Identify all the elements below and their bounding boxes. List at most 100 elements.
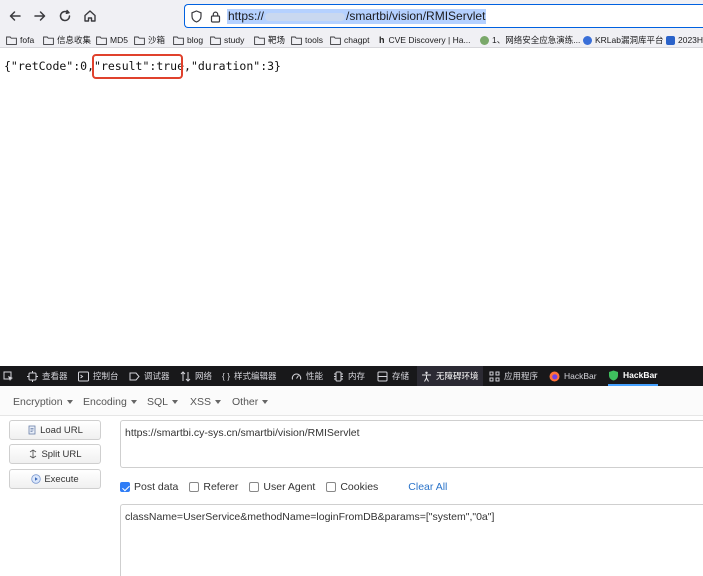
folder-icon: [96, 36, 107, 45]
checkbox-unchecked[interactable]: [249, 482, 260, 492]
json-result: "result":true,: [94, 59, 191, 73]
menu-encryption[interactable]: Encryption: [13, 395, 73, 409]
bookmark-md5[interactable]: MD5: [96, 33, 128, 47]
folder-icon: [173, 36, 184, 45]
tab-label: 控制台: [93, 371, 119, 381]
menu-other[interactable]: Other: [232, 395, 269, 409]
lock-icon[interactable]: [209, 10, 222, 23]
checkbox-checked[interactable]: [120, 482, 130, 492]
bookmark-label: blog: [187, 35, 204, 45]
caret-down-icon: [262, 400, 269, 405]
clear-all-link[interactable]: Clear All: [408, 481, 447, 493]
bookmark-range[interactable]: 靶场: [254, 33, 285, 47]
tab-style-editor[interactable]: { } 样式编辑器: [222, 366, 277, 386]
tab-label: 应用程序: [504, 371, 539, 381]
shield-icon[interactable]: [190, 10, 203, 23]
tab-label: 无障碍环境: [436, 371, 479, 381]
folder-icon: [6, 36, 17, 45]
play-icon: [31, 474, 42, 484]
checkbox-unchecked[interactable]: [326, 482, 337, 492]
bookmark-label: KRLab漏洞库平台: [595, 35, 664, 45]
folder-icon: [43, 36, 54, 45]
execute-button[interactable]: Execute: [9, 469, 101, 489]
bookmark-blog[interactable]: blog: [173, 33, 203, 47]
bookmark-label: tools: [305, 35, 323, 45]
split-url-button[interactable]: Split URL: [9, 444, 101, 464]
bookmark-chagpt[interactable]: chagpt: [330, 33, 370, 47]
menu-label: XSS: [190, 396, 212, 408]
menu-label: SQL: [147, 396, 169, 408]
performance-icon: [291, 373, 302, 380]
menu-encoding[interactable]: Encoding: [83, 395, 137, 409]
bookmark-label: 信息收集: [57, 35, 92, 45]
hackbar-shield-icon: [609, 370, 618, 380]
tab-console[interactable]: 控制台: [78, 366, 119, 386]
tab-memory[interactable]: 内存: [333, 366, 365, 386]
element-picker-icon[interactable]: [3, 366, 17, 386]
tab-hackbar[interactable]: HackBar: [608, 366, 658, 386]
folder-icon: [291, 36, 302, 45]
bookmark-krlab[interactable]: KRLab漏洞库平台: [583, 33, 664, 47]
menu-xss[interactable]: XSS: [190, 395, 222, 409]
post-data-checkbox[interactable]: Post data: [120, 481, 178, 493]
tab-label: 内存: [348, 371, 366, 381]
tab-label: HackBar: [564, 371, 597, 381]
tab-network[interactable]: 网络: [180, 366, 212, 386]
bookmark-sandbox[interactable]: 沙箱: [134, 33, 165, 47]
redacted-host: [265, 12, 346, 21]
bookmark-label: 1、网络安全应急演练...: [492, 35, 581, 45]
bookmark-study[interactable]: study: [210, 33, 244, 47]
bookmark-label: 2023H: [678, 35, 703, 45]
blue-dot-favicon: [583, 35, 592, 45]
style-editor-icon: { }: [222, 371, 231, 381]
menu-sql[interactable]: SQL: [147, 395, 179, 409]
checkbox-unchecked[interactable]: [189, 482, 200, 492]
tab-label: 性能: [306, 371, 324, 381]
folder-icon: [134, 36, 145, 45]
bookmark-fofa[interactable]: fofa: [6, 33, 34, 47]
tab-storage[interactable]: 存储: [377, 366, 409, 386]
memory-icon: [334, 371, 343, 381]
bookmark-label: study: [224, 35, 245, 45]
bookmark-label: 沙箱: [148, 35, 166, 45]
bookmark-emergency-drill[interactable]: 1、网络安全应急演练...: [480, 33, 580, 47]
bookmark-cve-discovery[interactable]: h CVE Discovery | Ha...: [379, 33, 471, 47]
bookmark-label: fofa: [20, 35, 35, 45]
bookmark-label: CVE Discovery | Ha...: [388, 35, 471, 45]
forward-arrow-icon[interactable]: [29, 5, 51, 27]
json-ret-code: {"retCode":0,: [4, 59, 95, 73]
post-data-textarea[interactable]: className=UserService&methodName=loginFr…: [120, 504, 703, 576]
back-arrow-icon[interactable]: [4, 5, 26, 27]
checkbox-label: Cookies: [340, 481, 379, 493]
url-bar[interactable]: https:// /smartbi/vision/RMIServlet: [184, 4, 703, 28]
tab-hackbar-firefox[interactable]: HackBar: [549, 366, 597, 386]
tab-accessibility[interactable]: 无障碍环境: [417, 366, 483, 386]
menu-label: Encoding: [83, 396, 127, 408]
caret-down-icon: [130, 400, 137, 405]
cookies-checkbox[interactable]: Cookies: [326, 481, 378, 493]
reload-icon[interactable]: [54, 5, 76, 27]
console-icon: [78, 371, 89, 381]
url-path: /smartbi/vision/RMIServlet: [346, 9, 486, 23]
caret-down-icon: [172, 400, 179, 405]
user-agent-checkbox[interactable]: User Agent: [249, 481, 315, 493]
home-icon[interactable]: [79, 5, 101, 27]
url-text[interactable]: https:// /smartbi/vision/RMIServlet: [227, 9, 487, 24]
blue-check-favicon: [666, 35, 675, 45]
referer-checkbox[interactable]: Referer: [189, 481, 238, 493]
bookmark-info-collect[interactable]: 信息收集: [43, 33, 91, 47]
caret-down-icon: [215, 400, 222, 405]
url-textarea[interactable]: https://smartbi.cy-sys.cn/smartbi/vision…: [120, 420, 703, 468]
folder-icon: [210, 36, 221, 45]
bookmark-tools[interactable]: tools: [291, 33, 323, 47]
tab-performance[interactable]: 性能: [291, 366, 323, 386]
menu-label: Encryption: [13, 396, 63, 408]
network-icon: [180, 370, 191, 382]
tab-application[interactable]: 应用程序: [489, 366, 538, 386]
bookmark-label: MD5: [110, 35, 128, 45]
bookmark-2023h[interactable]: 2023H: [666, 33, 703, 47]
tab-inspector[interactable]: 查看器: [27, 366, 68, 386]
inspector-icon: [27, 370, 38, 382]
tab-debugger[interactable]: 调试器: [129, 366, 170, 386]
load-url-button[interactable]: Load URL: [9, 420, 101, 440]
